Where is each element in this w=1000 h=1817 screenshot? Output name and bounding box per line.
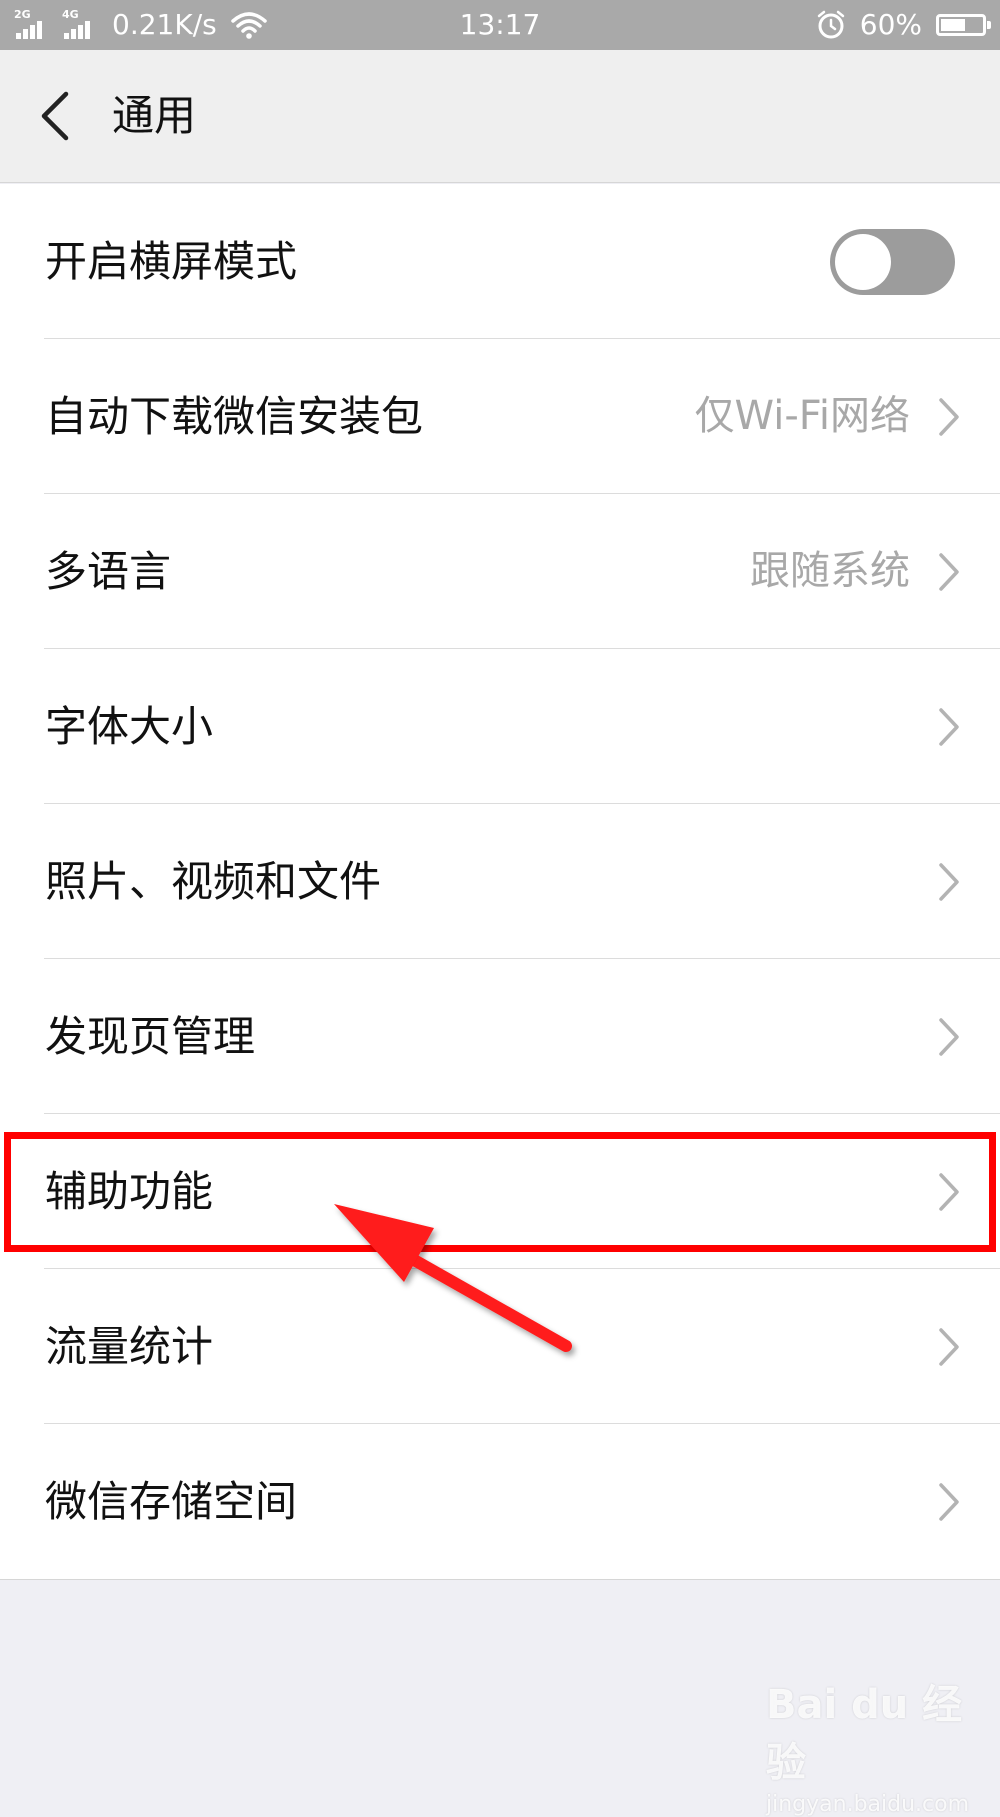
watermark-site: jingyan.baidu.com <box>766 1792 970 1817</box>
annotation-arrow-icon <box>334 1204 572 1352</box>
baidu-jingyan-watermark: Bai du 经验 jingyan.baidu.com <box>766 1672 1000 1817</box>
watermark-brand: Bai du 经验 <box>766 1682 963 1786</box>
